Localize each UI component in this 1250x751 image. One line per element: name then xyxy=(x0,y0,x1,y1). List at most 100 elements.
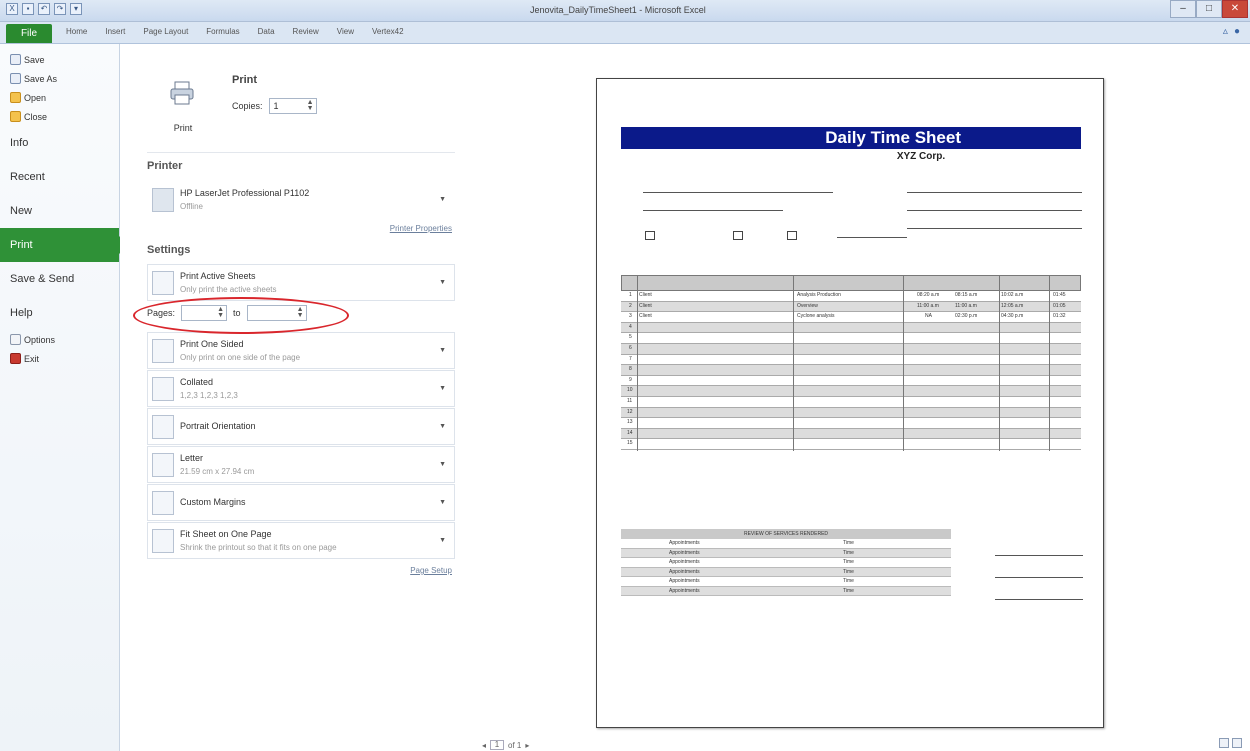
summary-table: REVIEW OF SERVICES RENDERED Appointments… xyxy=(621,529,951,596)
tab-review[interactable]: Review xyxy=(293,27,319,36)
print-button[interactable]: Print xyxy=(153,72,211,150)
help-icon[interactable]: ● xyxy=(1234,26,1240,37)
tab-vertex42[interactable]: Vertex42 xyxy=(372,27,404,36)
nav-print[interactable]: Print xyxy=(0,228,128,262)
table-row: 4 xyxy=(621,322,1081,334)
printer-properties-link[interactable]: Printer Properties xyxy=(390,224,452,233)
summary-row: Appointments Time xyxy=(621,558,951,568)
copies-row: Copies: 1 ▲ ▼ xyxy=(232,98,317,114)
signature-line xyxy=(995,555,1083,556)
exit-command[interactable]: Exit xyxy=(0,349,119,368)
print-settings-panel: Print Print Copies: 1 ▲ ▼ Printer HP Laser… xyxy=(120,44,458,751)
save-as-icon xyxy=(10,73,21,84)
sides-dropdown[interactable]: Print One Sided Only print on one side o… xyxy=(147,332,455,369)
window-title: Jenovita_DailyTimeSheet1 - Microsoft Exc… xyxy=(530,5,706,15)
highlight-annotation xyxy=(133,297,349,334)
printer-dropdown[interactable]: HP LaserJet Professional P1102 Offline ▼ xyxy=(147,181,455,225)
ribbon-tab-bar: File Home Insert Page Layout Formulas Da… xyxy=(0,22,1250,44)
summary-row: Appointments Time xyxy=(621,539,951,549)
sheet-title: Daily Time Sheet xyxy=(621,127,1081,149)
show-margins-icon[interactable] xyxy=(1219,738,1229,748)
collated-icon xyxy=(152,377,174,401)
excel-logo-icon: X xyxy=(6,3,18,15)
tab-data[interactable]: Data xyxy=(258,27,275,36)
redo-icon[interactable]: ↷ xyxy=(54,3,66,15)
save-as-command[interactable]: Save As xyxy=(0,69,119,88)
options-icon xyxy=(10,334,21,345)
minimize-button[interactable]: – xyxy=(1170,0,1196,18)
column-divider xyxy=(903,275,904,451)
form-line xyxy=(643,192,833,193)
table-row: 1 Client Analysis Production 08:20 a.m 08:15… xyxy=(621,291,1081,302)
current-page-input[interactable]: 1 xyxy=(490,740,505,750)
form-line xyxy=(643,210,783,211)
tab-page-layout[interactable]: Page Layout xyxy=(143,27,188,36)
nav-info[interactable]: Info xyxy=(0,126,119,160)
page-setup-link[interactable]: Page Setup xyxy=(410,566,452,575)
nav-recent[interactable]: Recent xyxy=(0,160,119,194)
save-icon[interactable]: ▪ xyxy=(22,3,34,15)
orientation-dropdown[interactable]: Portrait Orientation ▼ xyxy=(147,408,455,445)
summary-header: REVIEW OF SERVICES RENDERED xyxy=(621,529,951,539)
nav-help[interactable]: Help xyxy=(0,296,119,330)
paper-size-dropdown[interactable]: Letter 21.59 cm x 27.94 cm ▼ xyxy=(147,446,455,483)
checkbox xyxy=(787,231,797,240)
printer-section-title: Printer xyxy=(147,160,183,172)
form-line xyxy=(907,210,1082,211)
portrait-icon xyxy=(152,415,174,439)
printer-icon xyxy=(170,81,194,105)
spinner-icon[interactable]: ▲ ▼ xyxy=(307,99,314,112)
collation-dropdown[interactable]: Collated 1,2,3 1,2,3 1,2,3 ▼ xyxy=(147,370,455,407)
chevron-down-icon: ▼ xyxy=(439,423,446,430)
next-page-icon[interactable]: ▸ xyxy=(525,741,529,750)
form-line xyxy=(907,192,1082,193)
table-row: 12 xyxy=(621,407,1081,419)
copies-input[interactable]: 1 ▲ ▼ xyxy=(268,98,317,114)
tab-home[interactable]: Home xyxy=(66,27,87,36)
summary-row: Appointments Time xyxy=(621,548,951,558)
nav-new[interactable]: New xyxy=(0,194,119,228)
scaling-dropdown[interactable]: Fit Sheet on One Page Shrink the printou… xyxy=(147,522,455,559)
close-window-button[interactable]: ✕ xyxy=(1222,0,1248,18)
column-divider xyxy=(1049,275,1050,451)
undo-icon[interactable]: ↶ xyxy=(38,3,50,15)
options-command[interactable]: Options xyxy=(0,330,119,349)
tab-view[interactable]: View xyxy=(337,27,354,36)
customize-toolbar-icon[interactable]: ▾ xyxy=(70,3,82,15)
fit-page-icon xyxy=(152,529,174,553)
tab-file[interactable]: File xyxy=(6,24,52,43)
table-row: 8 xyxy=(621,365,1081,376)
tab-insert[interactable]: Insert xyxy=(105,27,125,36)
print-what-dropdown[interactable]: Print Active Sheets Only print the activ… xyxy=(147,264,455,301)
printer-status-icon xyxy=(152,188,174,212)
checkbox xyxy=(645,231,655,240)
table-header xyxy=(621,275,1081,291)
backstage-nav: Save Save As Open Close Info Recent New … xyxy=(0,44,128,751)
save-command[interactable]: Save xyxy=(0,50,119,69)
column-divider xyxy=(793,275,794,451)
divider xyxy=(147,152,455,153)
column-divider xyxy=(637,275,638,451)
table-row: 3 Client Cyclone analysis NA 02:30 p.m 04:30 … xyxy=(621,312,1081,323)
margins-icon xyxy=(152,491,174,515)
tab-formulas[interactable]: Formulas xyxy=(206,27,239,36)
signature-line xyxy=(995,599,1083,600)
close-command[interactable]: Close xyxy=(0,107,119,126)
table-row: 7 xyxy=(621,355,1081,366)
table-row: 2 Client Overview 11:00 a.m 11:00 a.m 12:05 a… xyxy=(621,301,1081,313)
paper-icon xyxy=(152,453,174,477)
table-row: 10 xyxy=(621,386,1081,397)
previous-page-icon[interactable]: ◂ xyxy=(482,741,486,750)
open-command[interactable]: Open xyxy=(0,88,119,107)
minimize-ribbon-icon[interactable]: ▵ xyxy=(1223,26,1228,37)
form-line xyxy=(907,228,1082,229)
table-row: 9 xyxy=(621,376,1081,387)
signature-line xyxy=(995,577,1083,578)
zoom-to-page-icon[interactable] xyxy=(1232,738,1242,748)
summary-row: Appointments Time xyxy=(621,586,951,596)
sheets-icon xyxy=(152,271,174,295)
nav-save-send[interactable]: Save & Send xyxy=(0,262,119,296)
form-line xyxy=(837,237,907,238)
maximize-button[interactable]: □ xyxy=(1196,0,1222,18)
margins-dropdown[interactable]: Custom Margins ▼ xyxy=(147,484,455,521)
